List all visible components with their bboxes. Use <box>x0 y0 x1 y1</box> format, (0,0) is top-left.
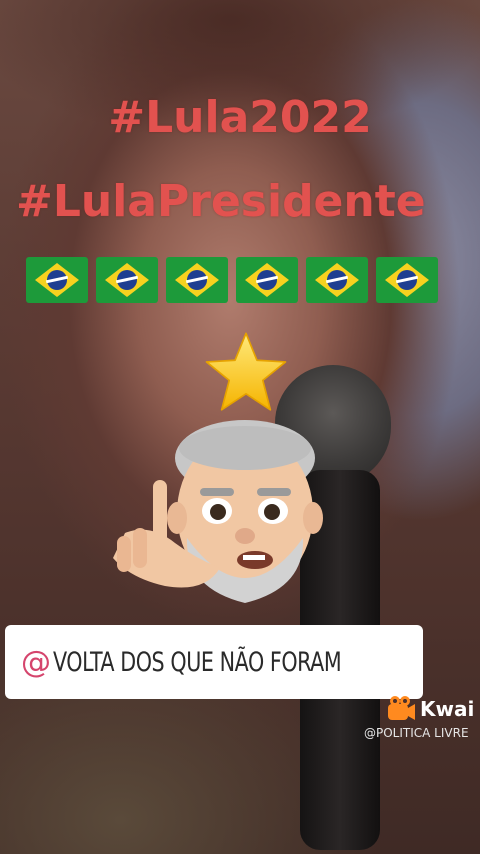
kwai-watermark: Kwai <box>386 694 474 724</box>
brazil-flag-icon <box>376 257 438 303</box>
at-symbol: @ <box>21 644 51 680</box>
hashtag-lulapresidente: #LulaPresidente <box>16 176 426 227</box>
kwai-handle: @POLITICA LIVRE <box>364 726 469 740</box>
brazil-flag-icon <box>236 257 298 303</box>
star-icon <box>205 332 287 411</box>
brazil-flag-icon <box>96 257 158 303</box>
flag-row <box>26 257 446 305</box>
memoji-shush-icon <box>113 420 323 603</box>
mention-box[interactable]: @ VOLTA DOS QUE NÃO FORAM <box>5 625 423 699</box>
kwai-brand: Kwai <box>420 697 475 721</box>
brazil-flag-icon <box>306 257 368 303</box>
kwai-logo-icon <box>388 696 415 720</box>
brazil-flag-icon <box>26 257 88 303</box>
mention-text: VOLTA DOS QUE NÃO FORAM <box>53 646 342 678</box>
hashtag-lula2022: #Lula2022 <box>108 92 372 143</box>
brazil-flag-icon <box>166 257 228 303</box>
